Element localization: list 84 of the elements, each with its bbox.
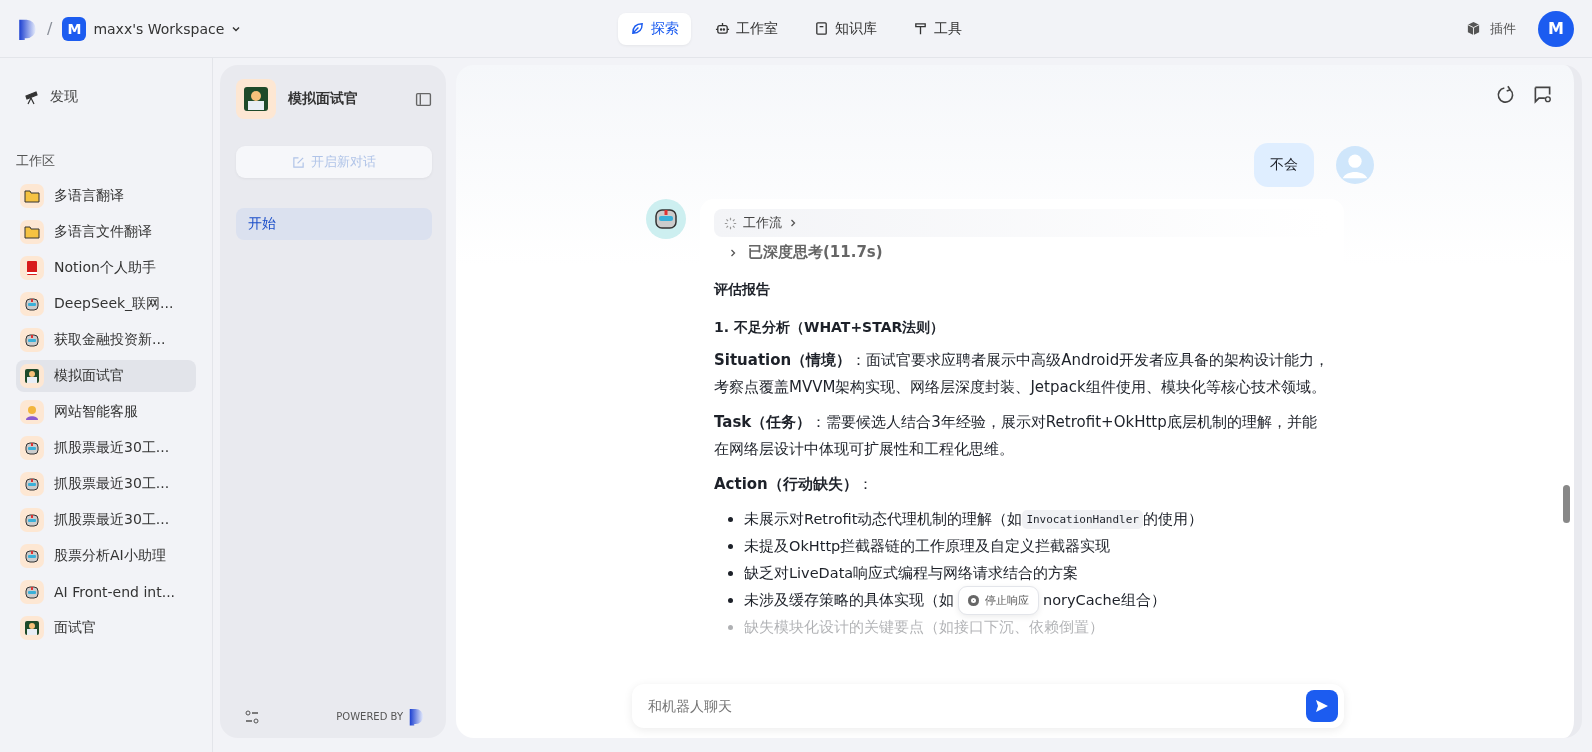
robot-avatar-icon <box>646 199 686 239</box>
report-paragraph: Situation（情境）：面试官要求应聘者展示中高级Android开发者应具备的架构设计能力，考察点覆盖MVVM架构实现、网络层深度封装、Jetpack组件使用、模块化等核心技术领域。 <box>714 350 1330 398</box>
robot-avatar-icon <box>20 328 44 352</box>
user-avatar[interactable]: M <box>1538 10 1574 47</box>
sidebar-item[interactable]: Notion个人助手 <box>16 252 196 284</box>
robot-avatar-icon <box>20 472 44 496</box>
sidebar-toggle-icon[interactable] <box>415 90 432 108</box>
send-icon <box>1314 698 1330 714</box>
section-label: 工作区 <box>16 152 56 170</box>
bullet-text: 未提及OkHttp拦截器链的工作原理及自定义拦截器实现 <box>744 537 1111 556</box>
nav-tab[interactable]: 知识库 <box>802 12 889 45</box>
sidebar-item[interactable]: AI Front-end int... <box>16 576 196 608</box>
app-title: 模拟面试官 <box>288 90 359 108</box>
sidebar-item[interactable]: 多语言文件翻译 <box>16 216 196 248</box>
bullet-text: noryCache组合） <box>1043 591 1166 610</box>
folder-avatar-icon <box>20 184 44 208</box>
sidebar-item[interactable]: 抓股票最近30工... <box>16 432 196 464</box>
robot-icon <box>715 21 730 36</box>
nav-tab[interactable]: 探索 <box>618 12 691 45</box>
robot-avatar-icon <box>20 436 44 460</box>
sidebar-item[interactable]: DeepSeek_联网... <box>16 288 196 320</box>
settings-icon[interactable] <box>244 708 260 725</box>
stop-icon <box>968 595 979 606</box>
robot-avatar-icon <box>20 544 44 568</box>
sidebar-item[interactable]: 获取金融投资新... <box>16 324 196 356</box>
edit-icon <box>292 155 305 169</box>
coder-avatar-icon <box>20 364 44 388</box>
code-snippet: InvocationHandler <box>1022 510 1143 529</box>
bullet-text: 缺失模块化设计的关键要点（如接口下沉、依赖倒置） <box>744 618 1104 637</box>
bullet-text: 的使用） <box>1142 510 1203 529</box>
bullet-icon <box>728 625 733 630</box>
sidebar-item[interactable]: 网站智能客服 <box>16 396 196 428</box>
bullet-text: 未展示对Retrofit动态代理机制的理解（如 <box>744 510 1023 529</box>
scrollbar-thumb[interactable] <box>1563 485 1570 523</box>
person-avatar-icon <box>20 400 44 424</box>
bullet-icon <box>728 517 733 522</box>
breadcrumb-separator: / <box>47 19 53 38</box>
book-icon <box>814 21 829 36</box>
powered-by-label: POWERED BY <box>336 711 403 722</box>
plugins-button[interactable]: 插件 <box>1466 19 1516 38</box>
sidebar-item[interactable]: 面试官 <box>16 612 196 644</box>
loading-icon <box>724 216 737 230</box>
logo-icon <box>409 707 424 726</box>
book-avatar-icon <box>20 256 44 280</box>
action-heading: Action（行动缺失）： <box>714 474 874 495</box>
bullet-icon <box>728 598 733 603</box>
robot-avatar-icon <box>20 292 44 316</box>
user-message: 不会 <box>1254 143 1314 187</box>
conversation-item[interactable]: 开始 <box>236 208 432 240</box>
cube-icon <box>1466 21 1481 36</box>
section-heading: 1. 不足分析（WHAT+STAR法则） <box>714 319 946 337</box>
coder-avatar-icon <box>20 616 44 640</box>
folder-avatar-icon <box>20 220 44 244</box>
sidebar-item[interactable]: 股票分析AI小助理 <box>16 540 196 572</box>
telescope-icon <box>24 89 40 105</box>
hammer-icon <box>913 21 928 36</box>
sidebar-item[interactable]: 抓股票最近30工... <box>16 468 196 500</box>
report-paragraph: Task（任务）：需要候选人结合3年经验，展示对Retrofit+OkHttp底层机制的理解，并能在网络层设计中体现可扩展性和工程化思维。 <box>714 412 1318 460</box>
coder-avatar-icon <box>236 79 276 119</box>
nav-tab[interactable]: 工作室 <box>703 12 790 45</box>
chat-input-field[interactable]: 和机器人聊天 <box>646 697 1306 715</box>
send-button[interactable] <box>1306 690 1338 722</box>
user-avatar-icon <box>1336 146 1374 184</box>
bullet-text: 缺乏对LiveData响应式编程与网络请求结合的方案 <box>744 564 1079 583</box>
leaf-icon <box>630 21 645 36</box>
report-heading: 评估报告 <box>714 281 771 299</box>
workspace-switcher[interactable]: M maxx's Workspace <box>62 16 242 41</box>
stop-response-button[interactable]: 停止响应 <box>958 586 1039 615</box>
bullet-text: 未涉及缓存策略的具体实现（如 <box>744 591 954 610</box>
refresh-icon[interactable] <box>1496 84 1515 104</box>
sidebar-item[interactable]: 模拟面试官 <box>16 360 196 392</box>
robot-avatar-icon <box>20 580 44 604</box>
sidebar-item[interactable]: 抓股票最近30工... <box>16 504 196 536</box>
logo-icon[interactable] <box>18 17 37 40</box>
thinking-toggle[interactable]: 已深度思考(11.7s) <box>714 237 897 268</box>
robot-avatar-icon <box>20 508 44 532</box>
nav-tab[interactable]: 工具 <box>901 12 974 45</box>
chat-settings-icon[interactable] <box>1533 84 1552 104</box>
discover-link[interactable]: 发现 <box>16 82 86 112</box>
chevron-right-icon <box>728 247 738 258</box>
chevron-right-icon <box>788 218 798 228</box>
sidebar-item[interactable]: 多语言翻译 <box>16 180 196 212</box>
bullet-icon <box>728 571 733 576</box>
bullet-icon <box>728 544 733 549</box>
